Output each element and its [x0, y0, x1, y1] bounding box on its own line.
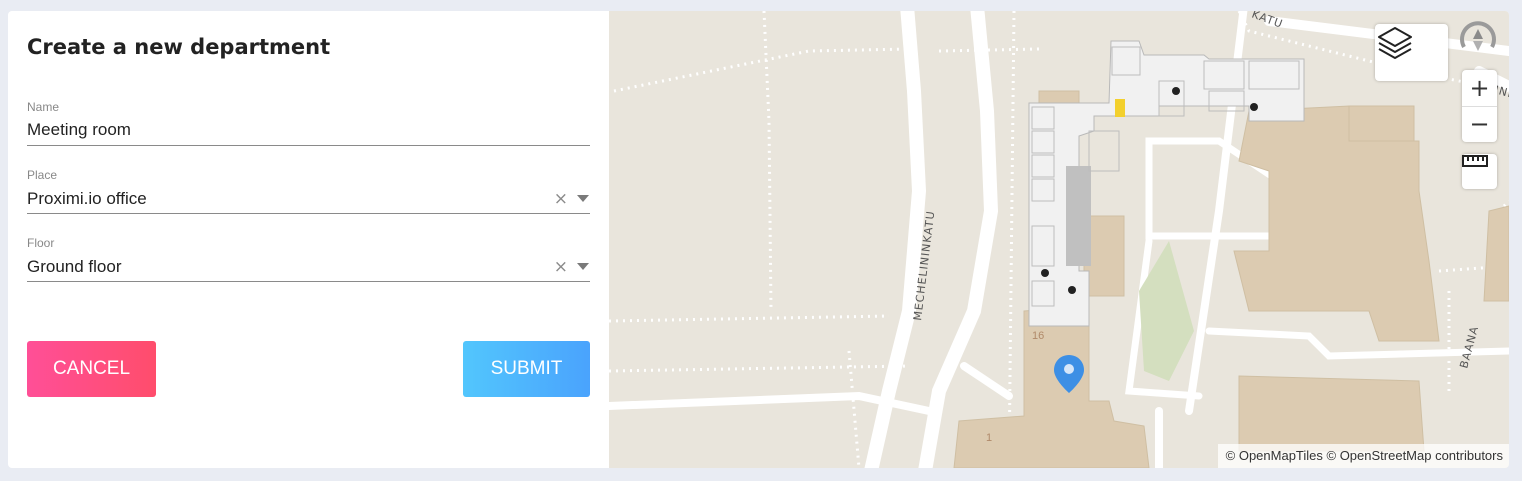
street-label-baana: BAANA [1457, 324, 1481, 370]
map-attribution[interactable]: © OpenMapTiles © OpenStreetMap contribut… [1217, 444, 1509, 468]
building-number-1: 1 [986, 432, 992, 444]
name-field: Name [27, 100, 590, 146]
zoom-controls: + − [1462, 70, 1497, 142]
building-number-16: 16 [1032, 330, 1044, 342]
floor-field: Floor Ground floor × [27, 236, 590, 282]
zoom-out-button[interactable]: − [1462, 106, 1497, 142]
name-label: Name [27, 100, 60, 114]
ruler-icon [1462, 155, 1488, 167]
ruler-button[interactable] [1462, 154, 1497, 189]
submit-button[interactable]: SUBMIT [463, 341, 590, 397]
layers-icon [1378, 27, 1412, 59]
place-select[interactable]: Proximi.io office × [27, 184, 590, 214]
place-label: Place [27, 168, 58, 182]
chevron-down-icon[interactable] [577, 195, 589, 202]
clear-floor-icon[interactable]: × [554, 258, 568, 276]
department-card: Create a new department Name Place Proxi… [8, 11, 1509, 468]
chevron-down-icon[interactable] [577, 263, 589, 270]
clear-place-icon[interactable]: × [554, 190, 568, 208]
place-value: Proximi.io office [27, 189, 147, 208]
map-view[interactable]: MECHELININKATU BAANA KATU INI 16 1 + − ©… [609, 11, 1509, 468]
department-form: Create a new department Name Place Proxi… [8, 11, 609, 468]
compass-icon [1460, 21, 1496, 51]
compass-button[interactable] [1456, 21, 1500, 61]
cancel-button[interactable]: CANCEL [27, 341, 156, 397]
floor-label: Floor [27, 236, 55, 250]
name-input[interactable] [27, 116, 590, 146]
street-label-katu: KATU [1250, 11, 1285, 31]
floor-value: Ground floor [27, 257, 122, 276]
page-title: Create a new department [27, 35, 331, 59]
floor-select[interactable]: Ground floor × [27, 252, 590, 282]
place-field: Place Proximi.io office × [27, 168, 590, 214]
zoom-in-button[interactable]: + [1462, 70, 1497, 107]
layers-button[interactable] [1375, 24, 1448, 81]
map-canvas[interactable]: MECHELININKATU BAANA KATU INI 16 1 [609, 11, 1509, 468]
